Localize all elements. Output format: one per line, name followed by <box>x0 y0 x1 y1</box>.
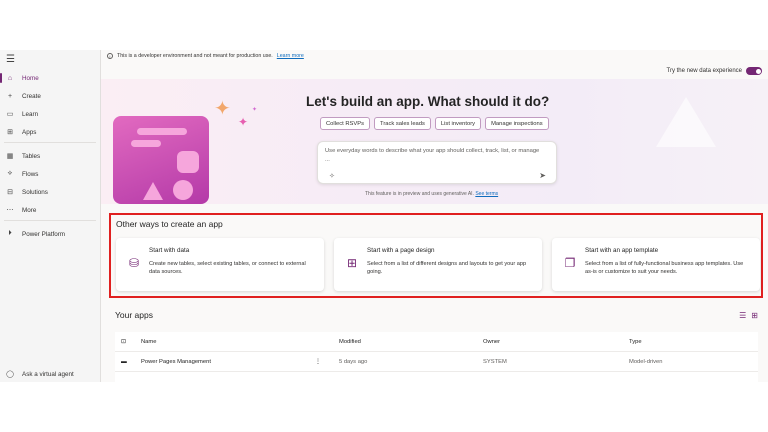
sidebar-item-label: Home <box>22 74 39 82</box>
ask-virtual-agent-button[interactable]: ◯ Ask a virtual agent <box>0 366 101 382</box>
hero-banner: ✦ ✦ ✦ Let's build an app. What should it… <box>101 79 768 204</box>
sidebar-item-power-platform[interactable]: ⏵ Power Platform <box>0 226 101 242</box>
database-icon: ⛁ <box>128 256 140 270</box>
sidebar-item-label: Tables <box>22 152 41 160</box>
main-content: i This is a developer environment and no… <box>101 50 768 382</box>
sidebar-item-label: Learn <box>22 110 39 118</box>
card-title: Start with a page design <box>367 247 435 254</box>
card-title: Start with an app template <box>585 247 659 254</box>
suggestion-chip[interactable]: Track sales leads <box>374 117 431 130</box>
new-data-experience-toggle-row: Try the new data experience <box>666 67 762 75</box>
more-icon: ⋯ <box>6 207 14 214</box>
apps-icon: ⊞ <box>7 129 13 136</box>
column-header-type[interactable]: Type <box>629 339 642 345</box>
illustration-bar <box>137 128 187 135</box>
home-icon: ⌂ <box>7 74 13 82</box>
send-icon[interactable]: ➤ <box>539 171 546 180</box>
hero-title: Let's build an app. What should it do? <box>306 94 550 109</box>
power-apps-screen: ☰ ⌂ Home + Create ▭ Learn ⊞ Apps ▦ Table… <box>0 50 768 382</box>
footnote-text: This feature is in preview and uses gene… <box>365 191 474 197</box>
suggestion-chip[interactable]: List inventory <box>434 117 482 130</box>
start-with-page-design-card[interactable]: ⊞ Start with a page design Select from a… <box>334 238 542 291</box>
suggestion-chip[interactable]: Collect RSVPs <box>320 117 371 130</box>
section-title: Other ways to create an app <box>116 219 223 229</box>
sidebar-item-label: Apps <box>22 128 37 136</box>
suggestion-chips: Collect RSVPs Track sales leads List inv… <box>320 117 549 130</box>
view-switcher: ☰ ⊞ <box>739 311 758 320</box>
copilot-sparkle-icon[interactable]: ✧ <box>329 172 335 180</box>
sidebar-item-create[interactable]: + Create <box>0 88 101 104</box>
template-icon: ❐ <box>564 256 576 270</box>
start-with-app-template-card[interactable]: ❐ Start with an app template Select from… <box>552 238 760 291</box>
power-platform-icon: ⏵ <box>8 230 12 237</box>
book-icon: ▭ <box>6 111 14 118</box>
sidebar-item-label: Flows <box>22 170 39 178</box>
illustration-bar <box>131 140 161 147</box>
your-apps-title: Your apps <box>115 310 153 320</box>
table-row[interactable]: ▬ Power Pages Management ⋮ 5 days ago SY… <box>115 352 758 372</box>
nav-divider <box>4 220 96 221</box>
chat-bot-icon: ◯ <box>6 371 14 378</box>
illustration-square <box>177 151 199 173</box>
app-type: Model-driven <box>629 359 663 365</box>
sidebar-item-solutions[interactable]: ⊟ Solutions <box>0 184 101 200</box>
start-with-data-card[interactable]: ⛁ Start with data Create new tables, sel… <box>116 238 324 291</box>
illustration-circle <box>173 180 193 200</box>
sidebar-item-label: Create <box>22 92 41 100</box>
new-data-experience-toggle[interactable] <box>746 67 762 75</box>
see-terms-link[interactable]: See terms <box>475 191 498 197</box>
plus-icon: + <box>7 92 13 100</box>
sidebar-item-label: Power Platform <box>22 230 66 238</box>
info-icon: i <box>107 53 113 59</box>
app-name[interactable]: Power Pages Management <box>141 359 211 365</box>
sidebar-item-label: More <box>22 206 37 214</box>
ai-footnote: This feature is in preview and uses gene… <box>365 191 498 197</box>
sidebar-item-more[interactable]: ⋯ More <box>0 202 101 218</box>
prompt-placeholder: Use everyday words to describe what your… <box>325 148 540 163</box>
apps-table: ⊡ Name Modified Owner Type ▬ Power Pages… <box>115 332 758 382</box>
column-header-name[interactable]: Name <box>141 339 156 345</box>
sparkle-icon: ✦ <box>238 115 249 129</box>
sidebar-item-label: Solutions <box>22 188 48 196</box>
column-header-owner[interactable]: Owner <box>483 339 500 345</box>
copilot-prompt-input[interactable]: Use everyday words to describe what your… <box>317 141 557 184</box>
other-ways-section: Other ways to create an app ⛁ Start with… <box>109 213 763 298</box>
card-description: Create new tables, select existing table… <box>149 261 306 275</box>
table-header: ⊡ Name Modified Owner Type <box>115 332 758 352</box>
model-driven-app-icon: ▬ <box>121 359 127 365</box>
app-type-column-icon: ⊡ <box>121 339 126 345</box>
sidebar-item-flows[interactable]: ⟡ Flows <box>0 166 101 182</box>
notice-text: This is a developer environment and not … <box>117 53 273 59</box>
illustration-triangle <box>143 182 163 200</box>
sparkle-icon: ✦ <box>214 98 231 120</box>
grid-view-icon[interactable]: ⊞ <box>751 311 758 320</box>
table-icon: ▦ <box>6 153 14 160</box>
hero-illustration <box>113 116 209 204</box>
sidebar-item-tables[interactable]: ▦ Tables <box>0 148 101 164</box>
sidebar-item-learn[interactable]: ▭ Learn <box>0 106 101 122</box>
toggle-label: Try the new data experience <box>666 68 743 74</box>
learn-more-link[interactable]: Learn more <box>277 53 304 59</box>
sidebar: ☰ ⌂ Home + Create ▭ Learn ⊞ Apps ▦ Table… <box>0 50 101 382</box>
list-view-icon[interactable]: ☰ <box>739 311 746 320</box>
column-header-modified[interactable]: Modified <box>339 339 361 345</box>
card-description: Select from a list of fully-functional b… <box>585 261 744 275</box>
ask-virtual-agent-label: Ask a virtual agent <box>22 370 74 378</box>
card-title: Start with data <box>149 247 190 254</box>
more-options-icon[interactable]: ⋮ <box>315 359 321 365</box>
card-description: Select from a list of different designs … <box>367 261 527 275</box>
sidebar-item-home[interactable]: ⌂ Home <box>0 70 101 86</box>
app-modified: 5 days ago <box>339 359 368 365</box>
suggestion-chip[interactable]: Manage inspections <box>485 117 549 130</box>
app-owner: SYSTEM <box>483 359 507 365</box>
solutions-icon: ⊟ <box>7 189 13 196</box>
sparkle-icon: ✦ <box>252 107 258 113</box>
flow-icon: ⟡ <box>7 170 13 177</box>
decorative-shape <box>656 97 716 147</box>
hamburger-menu-icon[interactable]: ☰ <box>6 54 15 65</box>
nav-divider <box>4 142 96 143</box>
sidebar-item-apps[interactable]: ⊞ Apps <box>0 124 101 140</box>
developer-notice: i This is a developer environment and no… <box>107 53 304 59</box>
page-design-icon: ⊞ <box>346 256 358 270</box>
